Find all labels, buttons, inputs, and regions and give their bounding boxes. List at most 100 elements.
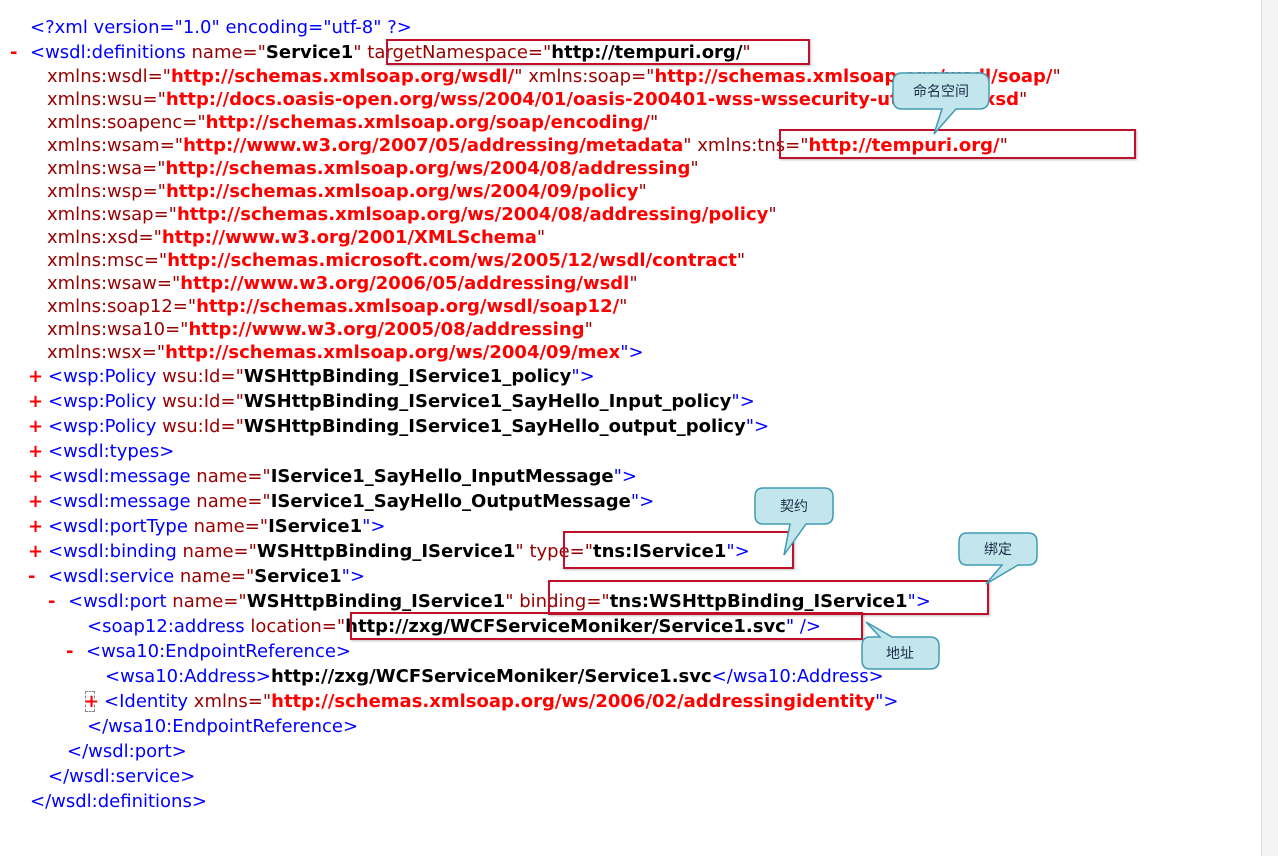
node-identity: <Identity xmlns="http://schemas.xmlsoap.… bbox=[104, 690, 899, 713]
attr-name: " bbox=[638, 181, 647, 202]
attr-value: WSHttpBinding_IService1_SayHello_Input_p… bbox=[243, 391, 732, 412]
attr-value: http://zxg/WCFServiceMoniker/Service1.sv… bbox=[270, 666, 712, 687]
attr-name: xmlns:wsam=" bbox=[47, 135, 184, 156]
node-porttype: <wsdl:portType name="IService1"> bbox=[48, 515, 386, 538]
ns-line-wsa: xmlns:wsa="http://schemas.xmlsoap.org/ws… bbox=[47, 157, 699, 180]
node-types: <wsdl:types> bbox=[48, 440, 174, 463]
tag-text: </wsa10:EndpointReference> bbox=[87, 716, 359, 737]
attr-value: http://schemas.xmlsoap.org/ws/2004/08/ad… bbox=[165, 158, 691, 179]
expand-message-input-toggle[interactable]: + bbox=[28, 465, 43, 488]
tag-text: <wsdl:port bbox=[68, 591, 167, 612]
node-policy-1: <wsp:Policy wsu:Id="WSHttpBinding_IServi… bbox=[48, 365, 595, 388]
expand-policy-2-toggle[interactable]: + bbox=[28, 390, 43, 413]
attr-name: name=" bbox=[166, 591, 247, 612]
attr-name: " bbox=[690, 158, 699, 179]
attr-name: xmlns:soap12=" bbox=[47, 296, 197, 317]
ns-line-xsd: xmlns:xsd="http://www.w3.org/2001/XMLSch… bbox=[47, 226, 545, 249]
node-endpointreference: <wsa10:EndpointReference> bbox=[86, 640, 351, 663]
attr-name: " bbox=[1052, 66, 1061, 87]
attr-name: " bbox=[505, 591, 520, 612]
tag-text: "> bbox=[620, 342, 644, 363]
attr-name: xmlns:xsd=" bbox=[47, 227, 162, 248]
tag-text: "> bbox=[745, 416, 770, 437]
attr-name: xmlns:wsdl=" bbox=[47, 66, 171, 87]
highlight-target-namespace bbox=[386, 39, 810, 65]
attr-name: wsu:Id=" bbox=[156, 416, 244, 437]
definitions-name-value: Service1 bbox=[265, 42, 354, 63]
attr-value: http://schemas.xmlsoap.org/wsdl/soap12/ bbox=[196, 296, 620, 317]
attr-value: WSHttpBinding_IService1 bbox=[256, 541, 516, 562]
attr-name: xmlns=" bbox=[188, 691, 272, 712]
node-wsa10-address: <wsa10:Address>http://zxg/WCFServiceMoni… bbox=[105, 665, 884, 688]
expand-types-toggle[interactable]: + bbox=[28, 440, 43, 463]
expand-identity-toggle[interactable]: + bbox=[84, 690, 99, 713]
expand-policy-3-toggle[interactable]: + bbox=[28, 415, 43, 438]
attr-name: wsu:Id=" bbox=[156, 366, 244, 387]
node-definitions-close: </wsdl:definitions> bbox=[30, 790, 207, 813]
tag-text: "> bbox=[875, 691, 899, 712]
tag-text: </wsa10:Address> bbox=[711, 666, 884, 687]
highlight-port-binding bbox=[548, 580, 989, 615]
ns-line-wsu: xmlns:wsu="http://docs.oasis-open.org/ws… bbox=[47, 88, 1027, 111]
collapse-port-toggle[interactable]: - bbox=[48, 590, 55, 613]
tag-text: "> bbox=[571, 366, 595, 387]
expand-policy-1-toggle[interactable]: + bbox=[28, 365, 43, 388]
attr-name: xmlns:msc=" bbox=[47, 250, 168, 271]
attr-value: http://www.w3.org/2006/05/addressing/wsd… bbox=[180, 273, 630, 294]
tag-text: "> bbox=[341, 566, 366, 587]
tag-text: <wsdl:types> bbox=[48, 441, 175, 462]
expand-message-output-toggle[interactable]: + bbox=[28, 490, 43, 513]
xml-decl-text: <?xml version="1.0" encoding="utf-8" ?> bbox=[30, 17, 412, 38]
tag-text: <wsdl:binding bbox=[48, 541, 177, 562]
tag-text: <wsdl:message bbox=[48, 491, 191, 512]
tag-text: <wsa10:EndpointReference> bbox=[86, 641, 352, 662]
ns-line-soapenc: xmlns:soapenc="http://schemas.xmlsoap.or… bbox=[47, 111, 658, 134]
node-port-close: </wsdl:port> bbox=[67, 740, 187, 763]
attr-name: name=" bbox=[185, 42, 266, 63]
ns-line-wsaw: xmlns:wsaw="http://www.w3.org/2006/05/ad… bbox=[47, 272, 638, 295]
attr-name: " bbox=[515, 541, 530, 562]
tag-text: </wsdl:definitions> bbox=[30, 791, 207, 812]
highlight-address-location bbox=[350, 612, 863, 640]
attr-name: " bbox=[736, 250, 746, 271]
attr-value: IService1_SayHello_InputMessage bbox=[270, 466, 614, 487]
attr-name: " bbox=[584, 319, 593, 340]
attr-value: IService1_SayHello_OutputMessage bbox=[270, 491, 631, 512]
attr-value: http://www.w3.org/2001/XMLSchema bbox=[161, 227, 537, 248]
node-message-input: <wsdl:message name="IService1_SayHello_I… bbox=[48, 465, 637, 488]
callout-address-label: 地址 bbox=[886, 646, 914, 662]
expand-porttype-toggle[interactable]: + bbox=[28, 515, 43, 538]
node-endpointreference-close: </wsa10:EndpointReference> bbox=[87, 715, 358, 738]
tag-text: "> bbox=[362, 516, 386, 537]
tag-text: </wsdl:port> bbox=[67, 741, 187, 762]
tag-text: "> bbox=[613, 466, 638, 487]
node-policy-2: <wsp:Policy wsu:Id="WSHttpBinding_IServi… bbox=[48, 390, 755, 413]
collapse-endpointreference-toggle[interactable]: - bbox=[66, 640, 73, 663]
ns-line-soap12: xmlns:soap12="http://schemas.xmlsoap.org… bbox=[47, 295, 627, 318]
attr-name: xmlns:wsp=" bbox=[47, 181, 166, 202]
expand-binding-toggle[interactable]: + bbox=[28, 540, 43, 563]
attr-name: wsu:Id=" bbox=[156, 391, 244, 412]
attr-name: name=" bbox=[176, 541, 257, 562]
node-service-close: </wsdl:service> bbox=[48, 765, 195, 788]
attr-value: http://www.w3.org/2005/08/addressing bbox=[188, 319, 585, 340]
vertical-scrollbar[interactable] bbox=[1261, 0, 1278, 856]
tag-text: <wsdl:service bbox=[48, 566, 175, 587]
attr-name: " bbox=[629, 273, 638, 294]
tag-text: <wsp:Policy bbox=[48, 391, 157, 412]
ns-line-wsap: xmlns:wsap="http://schemas.xmlsoap.org/w… bbox=[47, 203, 777, 226]
tag-text: <Identity bbox=[104, 691, 189, 712]
node-policy-3: <wsp:Policy wsu:Id="WSHttpBinding_IServi… bbox=[48, 415, 769, 438]
attr-name: xmlns:wsx=" bbox=[47, 342, 166, 363]
attr-name: " bbox=[650, 112, 659, 133]
ns-line-wsa10: xmlns:wsa10="http://www.w3.org/2005/08/a… bbox=[47, 318, 593, 341]
attr-name: xmlns:wsaw=" bbox=[47, 273, 181, 294]
callout-contract-label: 契约 bbox=[780, 499, 808, 515]
tag-text: "> bbox=[731, 391, 755, 412]
collapse-service-toggle[interactable]: - bbox=[28, 565, 35, 588]
attr-value: http://schemas.xmlsoap.org/ws/2004/09/po… bbox=[165, 181, 639, 202]
tag-text: <wsp:Policy bbox=[48, 416, 157, 437]
attr-value: http://schemas.xmlsoap.org/ws/2004/08/ad… bbox=[176, 204, 769, 225]
ns-line-wsx: xmlns:wsx="http://schemas.xmlsoap.org/ws… bbox=[47, 341, 644, 364]
collapse-definitions-toggle[interactable]: - bbox=[10, 41, 17, 64]
